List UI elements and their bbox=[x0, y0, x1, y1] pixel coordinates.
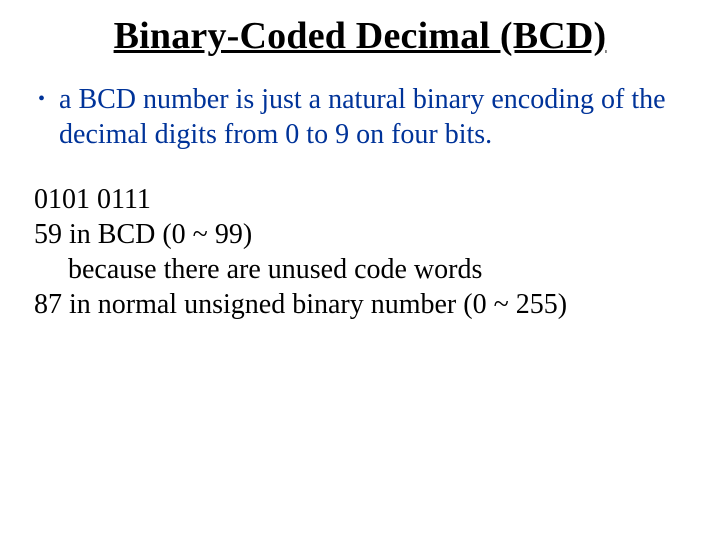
bullet-text: a BCD number is just a natural binary en… bbox=[59, 82, 690, 152]
body-line-1: 0101 0111 bbox=[34, 182, 690, 217]
bullet-dot-icon: • bbox=[38, 82, 45, 116]
page-title: Binary-Coded Decimal (BCD) bbox=[30, 14, 690, 58]
body-line-3: because there are unused code words bbox=[34, 252, 690, 287]
slide: Binary-Coded Decimal (BCD) • a BCD numbe… bbox=[0, 0, 720, 322]
body-block: 0101 0111 59 in BCD (0 ~ 99) because the… bbox=[30, 182, 690, 322]
body-line-4: 87 in normal unsigned binary number (0 ~… bbox=[34, 287, 690, 322]
body-line-2: 59 in BCD (0 ~ 99) bbox=[34, 217, 690, 252]
bullet-item: • a BCD number is just a natural binary … bbox=[30, 82, 690, 152]
